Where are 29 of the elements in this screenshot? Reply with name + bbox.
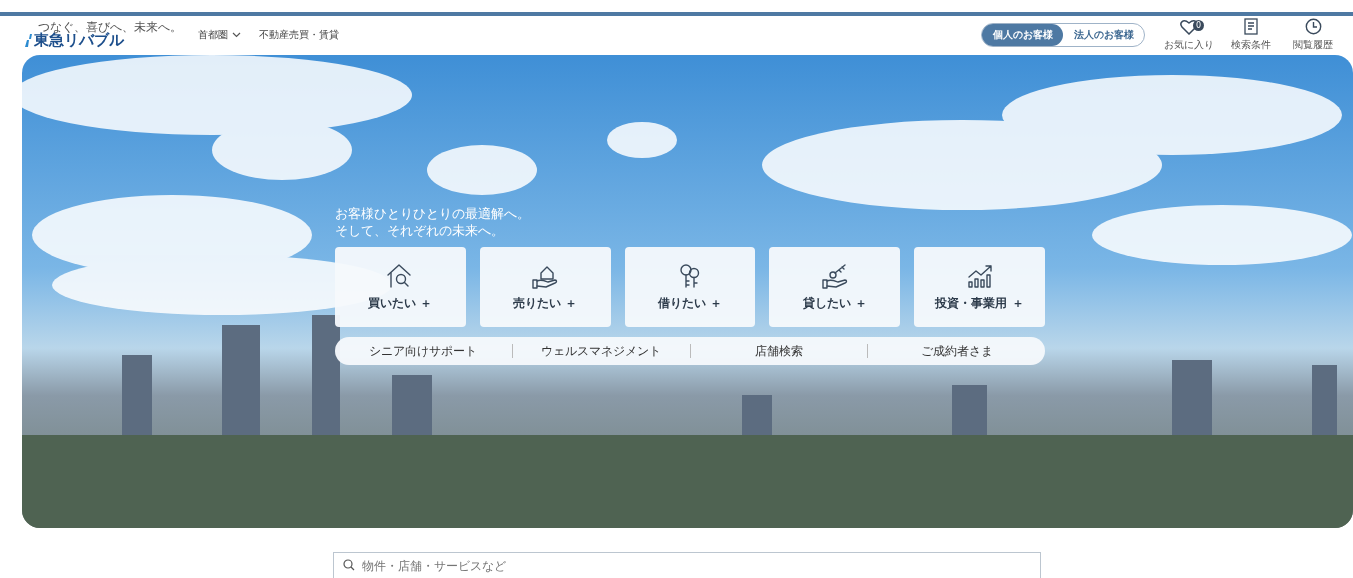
logo-mark-icon [24, 33, 32, 48]
toolbar-button[interactable]: 0 お気に入り [1163, 17, 1215, 52]
quick-link[interactable]: 店舗検索 [689, 344, 868, 358]
bar-chart-icon [965, 262, 994, 289]
brand-tagline: つなぐ、喜びへ、未来へ。 [38, 21, 182, 33]
category-card[interactable]: 売りたい ＋ [479, 247, 611, 327]
quick-link[interactable]: ウェルスマネジメント [511, 344, 690, 358]
category-card[interactable]: 貸したい ＋ [769, 247, 901, 327]
chevron-down-icon [232, 31, 241, 38]
toolbar-button[interactable]: 閲覧履歴 [1287, 17, 1339, 52]
search-icon [343, 559, 355, 571]
heart-icon [1180, 18, 1198, 35]
category-card[interactable]: 買いたい ＋ [335, 247, 466, 327]
hand-key-icon [820, 262, 849, 289]
category-card[interactable]: 借りたい ＋ [624, 247, 756, 327]
quick-link[interactable]: ご成約者さま [867, 344, 1045, 358]
search-field[interactable]: 物件・店舗・サービスなど [333, 552, 1041, 578]
region-select[interactable]: 首都圏 [198, 27, 241, 42]
favorite-count-badge: 0 [1193, 19, 1204, 31]
category-card[interactable]: 投資・事業用 ＋ [914, 247, 1045, 327]
toolbar-button[interactable]: 検索条件 [1225, 17, 1277, 52]
nav-link[interactable]: 不動産売買・賃貸 [259, 27, 339, 42]
quick-link[interactable]: シニア向けサポート [335, 344, 512, 358]
hero-headline: お客様ひとりひとりの最適解へ。 そして、それぞれの未来へ。 [335, 205, 531, 239]
audience-tab[interactable]: 個人のお客様 [982, 23, 1063, 46]
audience-tab[interactable]: 法人のお客様 [1063, 23, 1144, 46]
document-icon [1244, 18, 1258, 35]
clock-icon [1304, 18, 1322, 35]
logo[interactable]: 東急リバブル [34, 33, 124, 48]
